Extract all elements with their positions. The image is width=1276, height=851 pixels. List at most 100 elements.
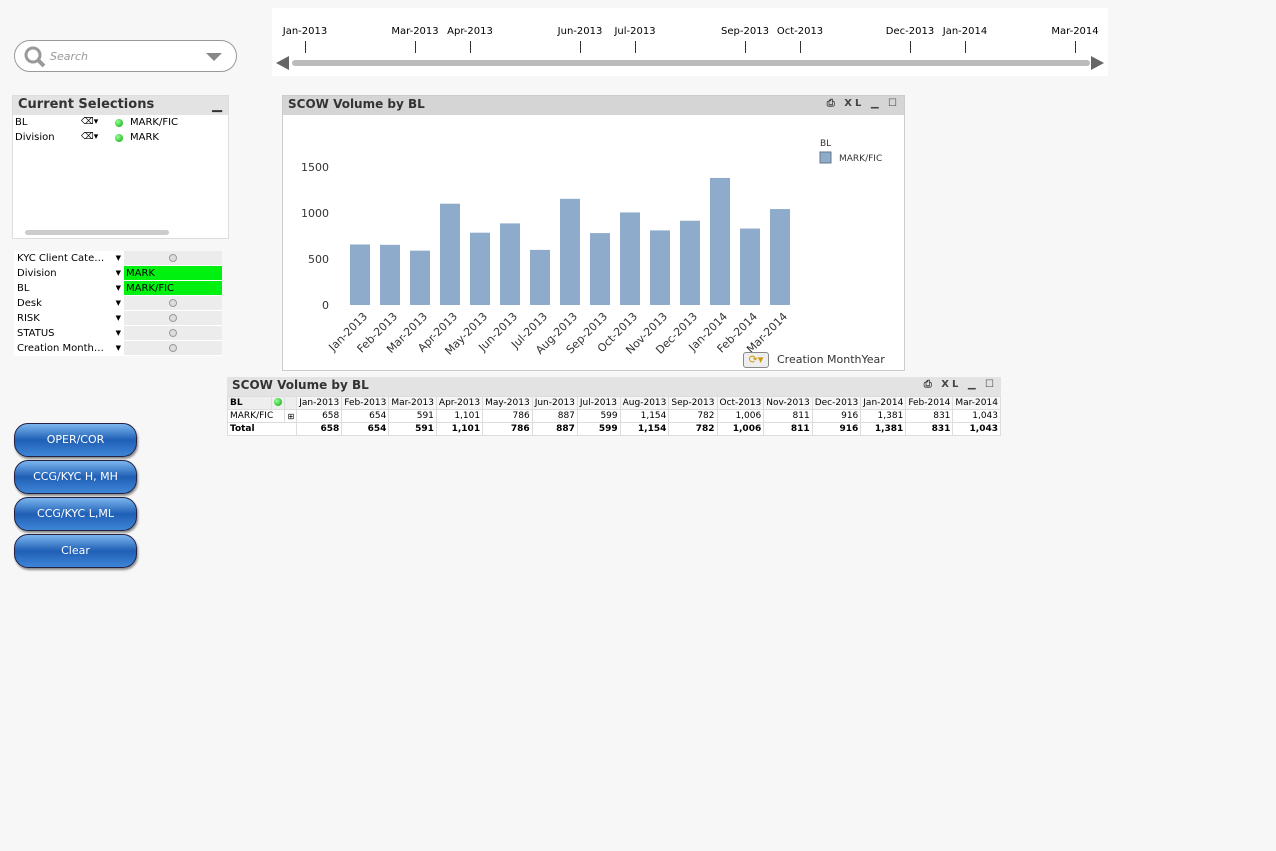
timeline-tick-label[interactable]: Dec-2013 [886,26,934,37]
column-header[interactable]: Feb-2014 [905,396,954,410]
timeline-tick [800,41,801,53]
timeline-tick-label[interactable]: Jan-2013 [283,26,327,37]
dropdown-arrow-icon[interactable]: ▼ [116,326,121,341]
bar-Sep-2013[interactable] [590,233,610,305]
bar-Aug-2013[interactable] [560,198,580,305]
total-cell: 1,006 [716,422,765,436]
timeline-slider[interactable]: Jan-2013 Mar-2013 Apr-2013 Jun-2013 Jul-2013… [272,8,1108,76]
timeline-right-arrow-icon[interactable] [1091,56,1104,70]
listbox-empty[interactable] [124,311,222,325]
legend-swatch [819,151,832,164]
dropdown-arrow-icon[interactable]: ▼ [116,341,121,356]
timeline-left-arrow-icon[interactable] [276,56,289,70]
xl-export-icon[interactable]: XL [844,98,864,109]
chevron-down-icon[interactable] [205,52,223,62]
column-header[interactable]: Jan-2014 [860,396,907,410]
listbox-empty[interactable] [124,296,222,310]
bar-Jun-2013[interactable] [500,223,520,305]
bar-chart: 050010001500Jan-2013Feb-2013Mar-2013Apr-… [301,139,882,358]
table-cell: 1,101 [435,409,484,423]
listbox-empty[interactable] [124,326,222,340]
bar-Jan-2014[interactable] [710,177,730,305]
action-button-ccg-kyc-h-mh[interactable]: CCG/KYC H, MH [14,460,137,494]
dropdown-arrow-icon[interactable]: ▼ [116,296,121,311]
table-header-row: BL Jan-2013 Feb-2013 Mar-2013 Apr-2013 May-20… [227,396,1001,410]
timeline-tick [470,41,471,53]
cycle-dimension-icon[interactable]: ⟳▾ [743,352,769,368]
selection-row: Division ⌫▾ MARK [15,132,159,143]
empty-radio-icon [169,314,177,322]
dropdown-arrow-icon[interactable]: ▼ [116,281,121,296]
horizontal-scrollbar[interactable] [25,230,169,235]
table-cell: 916 [811,409,862,423]
column-header[interactable]: Jul-2013 [576,396,621,410]
bar-Mar-2013[interactable] [410,250,430,305]
timeline-tick-label[interactable]: Jan-2014 [943,26,987,37]
dropdown-arrow-icon[interactable]: ▼ [116,251,121,266]
action-button-ccg-kyc-l-ml[interactable]: CCG/KYC L,ML [14,497,137,531]
listbox-row[interactable]: BL ▼ MARK/FIC [14,281,222,296]
eraser-icon[interactable]: ⌫▾ [81,117,115,128]
empty-radio-icon [169,329,177,337]
bar-Dec-2013[interactable] [680,220,700,305]
column-header[interactable]: Feb-2013 [341,396,390,410]
table-cell: 599 [576,409,621,423]
timeline-tick-label[interactable]: Jul-2013 [614,26,655,37]
expand-icon[interactable]: ⊞ [284,409,298,423]
column-header[interactable]: Sep-2013 [668,396,718,410]
current-selections-title: Current Selections [18,97,155,112]
bar-Jan-2013[interactable] [350,244,370,305]
bar-Jul-2013[interactable] [530,249,550,305]
column-header[interactable]: Jan-2013 [296,396,343,410]
column-header[interactable]: Aug-2013 [619,396,670,410]
listbox-row[interactable]: Creation Month… ▼ [14,341,222,356]
timeline-tick-label[interactable]: Mar-2013 [391,26,438,37]
timeline-tick-label[interactable]: Mar-2014 [1051,26,1098,37]
column-header[interactable]: Apr-2013 [435,396,484,410]
listbox-row[interactable]: STATUS ▼ [14,326,222,341]
action-button-clear[interactable]: Clear [14,534,137,568]
timeline-tick-label[interactable]: Sep-2013 [721,26,769,37]
column-header[interactable]: Mar-2013 [388,396,437,410]
column-header[interactable]: Dec-2013 [811,396,862,410]
column-header[interactable]: Oct-2013 [716,396,765,410]
table-header-icons[interactable]: ⎙ XL ▁ ☐ [924,379,997,390]
table-cell: 887 [531,409,578,423]
bar-Mar-2014[interactable] [770,209,790,305]
selection-field: BL [15,117,28,128]
listbox-row[interactable]: KYC Client Cate… ▼ [14,251,222,266]
column-header[interactable]: Nov-2013 [763,396,813,410]
search-box[interactable]: Search [14,40,237,72]
listbox-empty[interactable] [124,251,222,265]
bar-Feb-2014[interactable] [740,228,760,305]
timeline-track[interactable] [292,60,1090,66]
bar-Nov-2013[interactable] [650,230,670,305]
timeline-tick-label[interactable]: Apr-2013 [447,26,493,37]
table-cell: 831 [905,409,954,423]
bar-May-2013[interactable] [470,232,490,305]
listbox-value[interactable]: MARK/FIC [124,281,222,295]
timeline-tick-label[interactable]: Oct-2013 [777,26,823,37]
dropdown-arrow-icon[interactable]: ▼ [116,311,121,326]
listbox-empty[interactable] [124,341,222,355]
chart-header-icons[interactable]: ⎙ XL ▁ ☐ [827,98,900,109]
listbox-row[interactable]: Desk ▼ [14,296,222,311]
table-cell: 786 [482,409,533,423]
minimize-icon[interactable]: ▁ [212,98,222,113]
column-header[interactable]: Jun-2013 [531,396,578,410]
listbox-value[interactable]: MARK [124,266,222,280]
total-label: Total [226,422,298,436]
y-tick-label: 0 [322,299,329,312]
bar-Feb-2013[interactable] [380,244,400,305]
listbox-row[interactable]: RISK ▼ [14,311,222,326]
action-button-oper-cor[interactable]: OPER/COR [14,423,137,457]
column-header[interactable]: Mar-2014 [952,396,1001,410]
dropdown-arrow-icon[interactable]: ▼ [116,266,121,281]
bar-Apr-2013[interactable] [440,203,460,305]
eraser-icon[interactable]: ⌫▾ [81,132,115,143]
column-header[interactable]: May-2013 [482,396,533,410]
timeline-tick-label[interactable]: Jun-2013 [558,26,603,37]
xl-export-icon[interactable]: XL [941,379,961,390]
bar-Oct-2013[interactable] [620,212,640,305]
listbox-row[interactable]: Division ▼ MARK [14,266,222,281]
